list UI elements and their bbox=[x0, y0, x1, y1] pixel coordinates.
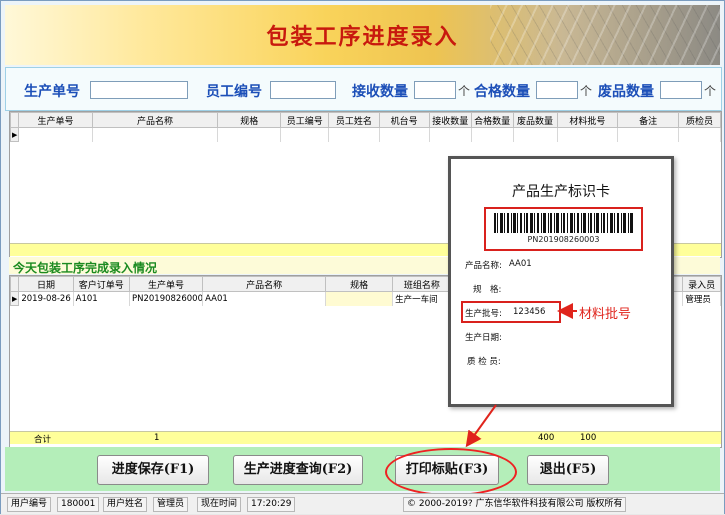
total-count: 1 bbox=[154, 433, 160, 443]
employee-no-label: 员工编号 bbox=[206, 84, 262, 100]
input-bar: 生产单号 员工编号 接收数量 个 合格数量 个 废品数量 个 bbox=[5, 67, 722, 111]
product-name-value: AA01 bbox=[509, 259, 532, 269]
waste-qty-unit: 个 bbox=[704, 84, 717, 98]
order-no-input[interactable] bbox=[90, 81, 188, 99]
card-title: 产品生产标识卡 bbox=[512, 184, 610, 200]
batch-annotation-label: 材料批号 bbox=[579, 307, 632, 322]
total-row: 合计 1 400 100 bbox=[10, 431, 721, 445]
time: 17:20:29 bbox=[247, 497, 296, 512]
qualified-qty-label: 合格数量 bbox=[474, 84, 530, 100]
app-window: 包装工序进度录入 生产单号 员工编号 接收数量 个 合格数量 个 废品数量 个 … bbox=[0, 0, 725, 514]
title-banner: 包装工序进度录入 bbox=[5, 5, 720, 65]
copyright: © 2000-2019? 广东信华软件科技有限公司 版权所有 bbox=[403, 497, 627, 512]
barcode-box: PN201908260003 bbox=[484, 207, 643, 251]
user-name: 管理员 bbox=[153, 497, 189, 512]
user-name-label: 用户姓名 bbox=[103, 497, 148, 512]
barcode-image bbox=[494, 213, 633, 233]
col-received-qty[interactable]: 接收数量 bbox=[428, 112, 472, 128]
cell-order-no[interactable]: PN201908260003 bbox=[129, 291, 204, 306]
spec-label: 规 格: bbox=[473, 285, 502, 295]
received-qty-unit: 个 bbox=[458, 84, 471, 98]
col-qualified-qty[interactable]: 合格数量 bbox=[470, 112, 514, 128]
order-no-label: 生产单号 bbox=[24, 84, 80, 100]
cell-spec[interactable] bbox=[325, 291, 394, 306]
status-bar: 用户编号 180001 用户姓名 管理员 现在时间 17:20:29 © 200… bbox=[1, 493, 724, 514]
waste-qty-label: 废品数量 bbox=[598, 84, 654, 100]
col-order-no[interactable]: 生产单号 bbox=[128, 276, 204, 292]
batch-label: 生产批号: bbox=[465, 309, 502, 319]
col-product-name[interactable]: 产品名称 bbox=[91, 112, 219, 128]
cell-team[interactable]: 生产一车间 bbox=[392, 291, 452, 306]
received-qty-input[interactable] bbox=[414, 81, 456, 99]
total-qty1: 400 bbox=[538, 433, 555, 443]
received-qty-label: 接收数量 bbox=[352, 84, 408, 100]
col-order-no[interactable]: 生产单号 bbox=[18, 112, 93, 128]
cell-entered-by[interactable]: 管理员 bbox=[682, 291, 721, 306]
col-inspector[interactable]: 质检员 bbox=[678, 112, 721, 128]
inspector-label: 质 检 员: bbox=[467, 357, 501, 367]
query-button[interactable]: 生产进度查询(F2) bbox=[233, 455, 363, 485]
row-marker: ▶ bbox=[9, 291, 20, 306]
barcode-text: PN201908260003 bbox=[527, 235, 600, 244]
page-title: 包装工序进度录入 bbox=[266, 24, 459, 50]
col-customer-order[interactable]: 客户订单号 bbox=[72, 276, 131, 292]
user-no: 180001 bbox=[57, 497, 100, 512]
col-entered-by[interactable]: 录入员 bbox=[682, 276, 721, 292]
col-employee-no[interactable]: 员工编号 bbox=[280, 112, 330, 128]
time-label: 现在时间 bbox=[197, 497, 242, 512]
col-spec[interactable]: 规格 bbox=[217, 112, 282, 128]
save-button[interactable]: 进度保存(F1) bbox=[97, 455, 209, 485]
col-waste-qty[interactable]: 废品数量 bbox=[512, 112, 558, 128]
entry-table: 生产单号 产品名称 规格 员工编号 员工姓名 机台号 接收数量 合格数量 废品数… bbox=[9, 112, 721, 142]
waste-qty-input[interactable] bbox=[660, 81, 702, 99]
product-name-label: 产品名称: bbox=[465, 261, 502, 271]
col-spec[interactable]: 规格 bbox=[325, 276, 394, 292]
col-team-name[interactable]: 班组名称 bbox=[392, 276, 452, 292]
col-date[interactable]: 日期 bbox=[18, 276, 74, 292]
user-no-label: 用户编号 bbox=[7, 497, 52, 512]
employee-no-input[interactable] bbox=[270, 81, 336, 99]
row-header-corner bbox=[9, 112, 20, 128]
qualified-qty-unit: 个 bbox=[580, 84, 593, 98]
section-title: 今天包装工序完成录入情况 bbox=[13, 261, 158, 275]
total-qty2: 100 bbox=[580, 433, 597, 443]
col-remarks[interactable]: 备注 bbox=[617, 112, 679, 128]
exit-button[interactable]: 退出(F5) bbox=[527, 455, 609, 485]
row-marker: ▶ bbox=[9, 127, 20, 142]
col-employee-name[interactable]: 员工姓名 bbox=[328, 112, 380, 128]
total-label: 合计 bbox=[34, 435, 52, 445]
production-date-label: 生产日期: bbox=[465, 333, 502, 343]
col-product-name[interactable]: 产品名称 bbox=[202, 276, 327, 292]
row-header-corner bbox=[9, 276, 20, 292]
label-card-preview: 产品生产标识卡 PN201908260003 产品名称: AA01 规 格: 生… bbox=[448, 156, 674, 407]
cell-product[interactable]: AA01 bbox=[202, 291, 327, 306]
col-machine-no[interactable]: 机台号 bbox=[378, 112, 430, 128]
print-highlight-ellipse bbox=[385, 448, 517, 496]
cell-customer-order[interactable]: A101 bbox=[73, 291, 131, 306]
qualified-qty-input[interactable] bbox=[536, 81, 578, 99]
table-row[interactable]: ▶ bbox=[9, 127, 721, 142]
batch-value: 123456 bbox=[513, 307, 546, 317]
cell-date[interactable]: 2019-08-26 bbox=[18, 291, 74, 306]
col-material-batch[interactable]: 材料批号 bbox=[556, 112, 619, 128]
